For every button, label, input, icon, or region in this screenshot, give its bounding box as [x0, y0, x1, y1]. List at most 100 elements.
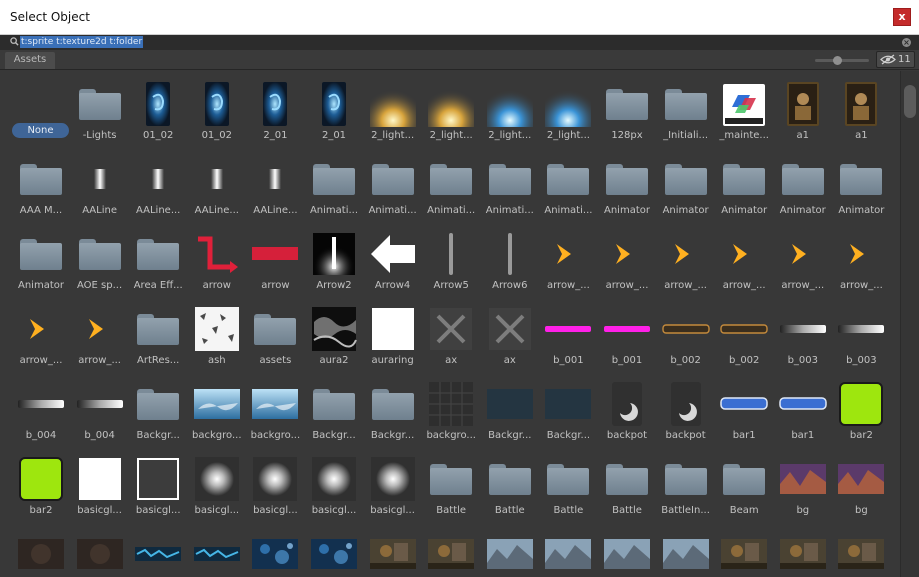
- asset-item[interactable]: Arrow2: [306, 225, 362, 297]
- asset-item[interactable]: arrow_...: [72, 300, 128, 372]
- asset-item[interactable]: b_004: [72, 375, 128, 447]
- asset-item[interactable]: basicgl...: [247, 450, 303, 522]
- asset-item[interactable]: 2_01: [247, 75, 303, 147]
- asset-item[interactable]: arrow: [247, 225, 303, 297]
- asset-item[interactable]: bg: [775, 450, 831, 522]
- asset-item[interactable]: basicgl...: [130, 450, 186, 522]
- asset-item[interactable]: _mainte...: [716, 75, 772, 147]
- thumbnail-size-slider[interactable]: [815, 56, 869, 65]
- asset-item[interactable]: Backgr...: [365, 375, 421, 447]
- none-option[interactable]: None: [12, 123, 69, 138]
- asset-item[interactable]: [716, 525, 772, 577]
- asset-item[interactable]: arrow: [189, 225, 245, 297]
- asset-item[interactable]: Battle: [540, 450, 596, 522]
- asset-item[interactable]: Battle: [599, 450, 655, 522]
- asset-item[interactable]: [833, 525, 889, 577]
- asset-item[interactable]: Arrow5: [423, 225, 479, 297]
- asset-item[interactable]: 01_02: [189, 75, 245, 147]
- asset-item[interactable]: Animati...: [540, 150, 596, 222]
- asset-item[interactable]: Battle: [482, 450, 538, 522]
- asset-item[interactable]: AAA M...: [13, 150, 69, 222]
- asset-item[interactable]: arrow_...: [775, 225, 831, 297]
- asset-item[interactable]: backpot: [599, 375, 655, 447]
- asset-item[interactable]: 2_light...: [423, 75, 479, 147]
- asset-item[interactable]: Area Eff...: [130, 225, 186, 297]
- asset-item[interactable]: Animator: [716, 150, 772, 222]
- asset-item[interactable]: b_001: [599, 300, 655, 372]
- asset-item[interactable]: basicgl...: [365, 450, 421, 522]
- asset-item[interactable]: 2_light...: [365, 75, 421, 147]
- asset-item[interactable]: 2_01: [306, 75, 362, 147]
- asset-item[interactable]: Animati...: [423, 150, 479, 222]
- asset-item[interactable]: aura2: [306, 300, 362, 372]
- asset-item[interactable]: Backgr...: [482, 375, 538, 447]
- asset-item[interactable]: _Initiali...: [658, 75, 714, 147]
- asset-item[interactable]: b_004: [13, 375, 69, 447]
- asset-item[interactable]: b_003: [833, 300, 889, 372]
- asset-item[interactable]: backpot: [658, 375, 714, 447]
- asset-item[interactable]: Animator: [658, 150, 714, 222]
- asset-item[interactable]: Animator: [599, 150, 655, 222]
- asset-item[interactable]: bar1: [775, 375, 831, 447]
- asset-item[interactable]: -Lights: [72, 75, 128, 147]
- asset-item[interactable]: Backgr...: [130, 375, 186, 447]
- asset-item[interactable]: arrow_...: [599, 225, 655, 297]
- asset-item[interactable]: Animator: [833, 150, 889, 222]
- scrollbar-thumb[interactable]: [904, 85, 916, 118]
- asset-item[interactable]: [189, 525, 245, 577]
- asset-item[interactable]: 01_02: [130, 75, 186, 147]
- search-bar[interactable]: t:sprite t:texture2d t:folder ×: [0, 35, 919, 50]
- asset-item[interactable]: Animati...: [482, 150, 538, 222]
- asset-item[interactable]: [365, 525, 421, 577]
- asset-item[interactable]: Animati...: [306, 150, 362, 222]
- asset-item[interactable]: basicgl...: [72, 450, 128, 522]
- asset-item[interactable]: [306, 525, 362, 577]
- slider-handle[interactable]: [833, 56, 842, 65]
- asset-item[interactable]: bg: [833, 450, 889, 522]
- asset-item[interactable]: arrow_...: [658, 225, 714, 297]
- asset-item[interactable]: AALine...: [247, 150, 303, 222]
- asset-item[interactable]: AALine: [72, 150, 128, 222]
- asset-item[interactable]: [540, 525, 596, 577]
- asset-item[interactable]: Animati...: [365, 150, 421, 222]
- asset-item[interactable]: Animator: [775, 150, 831, 222]
- asset-item[interactable]: Battle: [423, 450, 479, 522]
- asset-item[interactable]: ArtRes...: [130, 300, 186, 372]
- asset-item[interactable]: ax: [423, 300, 479, 372]
- asset-item[interactable]: backgro...: [189, 375, 245, 447]
- search-input[interactable]: t:sprite t:texture2d t:folder: [20, 36, 144, 48]
- asset-item[interactable]: [13, 525, 69, 577]
- asset-item[interactable]: Backgr...: [540, 375, 596, 447]
- asset-item[interactable]: b_002: [716, 300, 772, 372]
- asset-item[interactable]: BattleIn...: [658, 450, 714, 522]
- asset-item[interactable]: bar1: [716, 375, 772, 447]
- close-button[interactable]: x: [893, 8, 911, 26]
- asset-item[interactable]: basicgl...: [306, 450, 362, 522]
- assets-tab[interactable]: Assets: [5, 52, 55, 69]
- asset-item[interactable]: basicgl...: [189, 450, 245, 522]
- asset-item[interactable]: bar2: [833, 375, 889, 447]
- asset-item[interactable]: b_001: [540, 300, 596, 372]
- vertical-scrollbar[interactable]: [900, 71, 919, 577]
- asset-item[interactable]: Backgr...: [306, 375, 362, 447]
- asset-item[interactable]: b_002: [658, 300, 714, 372]
- asset-item[interactable]: backgro...: [423, 375, 479, 447]
- asset-item[interactable]: [775, 525, 831, 577]
- asset-item[interactable]: 2_light...: [482, 75, 538, 147]
- asset-item[interactable]: ax: [482, 300, 538, 372]
- asset-item[interactable]: 128px: [599, 75, 655, 147]
- asset-item[interactable]: [72, 525, 128, 577]
- asset-item[interactable]: AALine...: [189, 150, 245, 222]
- asset-item[interactable]: [658, 525, 714, 577]
- asset-item[interactable]: Beam: [716, 450, 772, 522]
- asset-item[interactable]: a1: [775, 75, 831, 147]
- asset-item[interactable]: [599, 525, 655, 577]
- asset-item[interactable]: backgro...: [247, 375, 303, 447]
- asset-item[interactable]: auraring: [365, 300, 421, 372]
- asset-item[interactable]: [247, 525, 303, 577]
- clear-search-button[interactable]: ×: [902, 38, 911, 47]
- asset-item[interactable]: AOE sp...: [72, 225, 128, 297]
- asset-item[interactable]: [423, 525, 479, 577]
- asset-item[interactable]: arrow_...: [540, 225, 596, 297]
- asset-item[interactable]: ash: [189, 300, 245, 372]
